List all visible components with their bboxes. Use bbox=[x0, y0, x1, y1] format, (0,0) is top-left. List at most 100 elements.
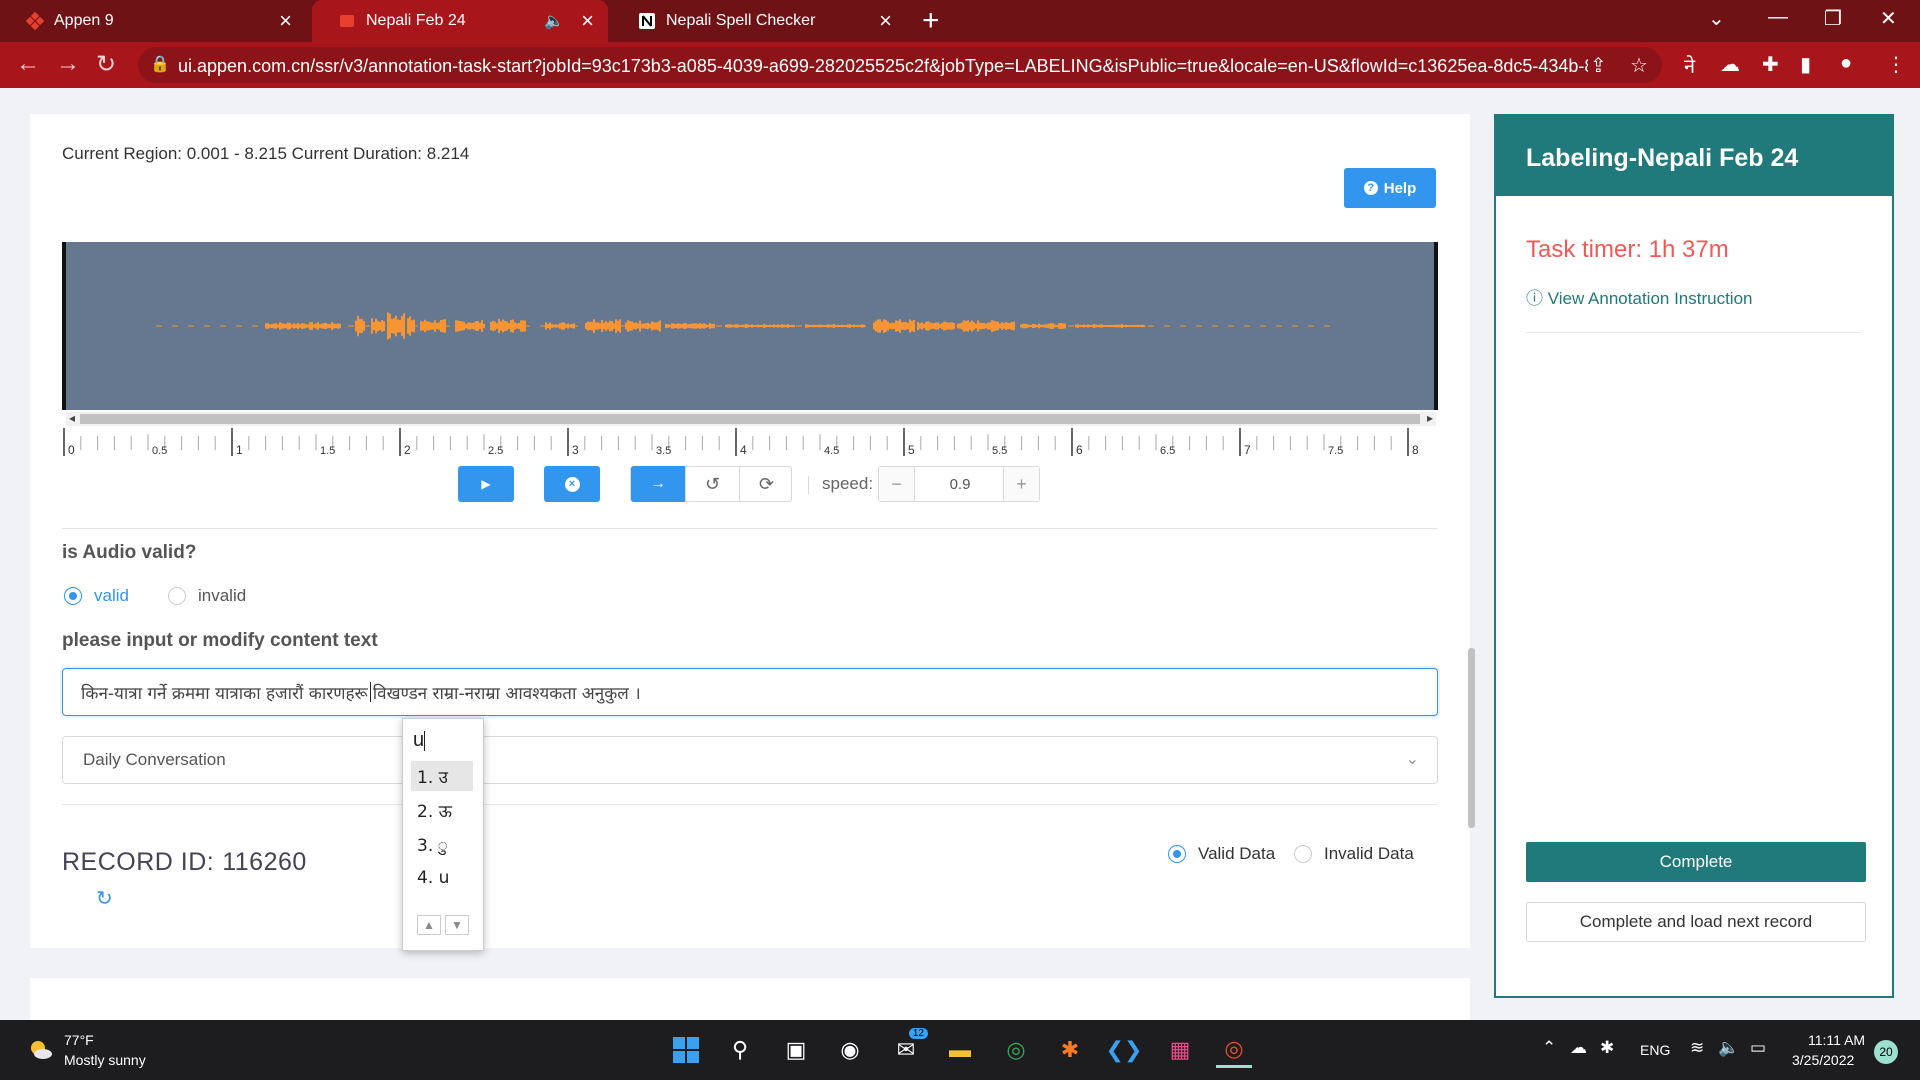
waveform-segment bbox=[490, 319, 526, 333]
tray-chevron-up-icon[interactable]: ⌃ bbox=[1542, 1038, 1556, 1058]
back-icon[interactable]: ← bbox=[16, 50, 40, 78]
complete-button[interactable]: Complete bbox=[1526, 842, 1866, 882]
url-text[interactable]: ui.appen.com.cn/ssr/v3/annotation-task-s… bbox=[178, 56, 1588, 77]
mail-icon[interactable]: ✉ 12 bbox=[888, 1028, 928, 1068]
speed-label: speed: bbox=[822, 474, 874, 493]
tray-app-icon[interactable]: ✱ bbox=[1600, 1038, 1614, 1058]
address-bar[interactable]: 🔒 ui.appen.com.cn/ssr/v3/annotation-task… bbox=[138, 47, 1662, 83]
tab-search-chevron-icon[interactable]: ⌄ bbox=[1708, 6, 1725, 31]
profile-avatar[interactable]: ● bbox=[1840, 52, 1852, 75]
close-window-icon[interactable]: ✕ bbox=[1880, 6, 1897, 31]
speed-decrease-button[interactable]: − bbox=[879, 467, 915, 501]
waveform-segment bbox=[957, 320, 1015, 332]
cloud-extension-icon[interactable]: ☁ bbox=[1720, 52, 1740, 77]
windows-taskbar: 77°F Mostly sunny ⚲ ▣ ◉ ✉ 12 ▬ ◎ ✱ ❮❯ ▦ ◎… bbox=[0, 1020, 1920, 1080]
view-instruction-link[interactable]: ⓘ View Annotation Instruction bbox=[1526, 284, 1753, 309]
forward-button[interactable]: → bbox=[631, 466, 685, 502]
task-view-icon[interactable]: ▣ bbox=[778, 1032, 814, 1068]
radio-valid-data[interactable]: Valid Data bbox=[1168, 844, 1275, 864]
waveform-segment bbox=[455, 320, 485, 332]
waveform-segment bbox=[371, 318, 385, 334]
content-text-question: please input or modify content text bbox=[62, 630, 378, 651]
side-panel-icon[interactable]: ▮ bbox=[1800, 52, 1811, 77]
file-explorer-icon[interactable]: ▬ bbox=[942, 1032, 978, 1068]
undo-button[interactable]: ↺ bbox=[685, 466, 739, 502]
battery-icon[interactable]: ▭ bbox=[1750, 1038, 1766, 1058]
xampp-icon[interactable]: ✱ bbox=[1052, 1032, 1088, 1068]
clock-time[interactable]: 11:11 AM bbox=[1808, 1032, 1865, 1048]
onedrive-icon[interactable]: ☁ bbox=[1570, 1038, 1587, 1058]
waveform-segment bbox=[1075, 324, 1145, 328]
new-tab-icon[interactable]: + bbox=[922, 4, 940, 38]
radio-invalid[interactable]: invalid bbox=[168, 586, 246, 606]
chrome-icon[interactable]: ◎ bbox=[998, 1032, 1034, 1068]
speed-input[interactable]: 0.9 bbox=[915, 467, 1005, 501]
tab-appen-9[interactable]: Appen 9 × bbox=[0, 0, 306, 42]
ruler-label: 7.5 bbox=[1328, 445, 1343, 457]
vscode-icon[interactable]: ❮❯ bbox=[1106, 1032, 1143, 1068]
scroll-right-icon[interactable]: ▸ bbox=[1427, 411, 1433, 425]
ruler-label: 3.5 bbox=[656, 445, 671, 457]
ime-candidate[interactable]: 3. ु bbox=[411, 829, 473, 859]
volume-icon[interactable]: 🔈 bbox=[1718, 1038, 1739, 1058]
complete-and-next-button[interactable]: Complete and load next record bbox=[1526, 902, 1866, 942]
task-side-panel: Labeling-Nepali Feb 24 Task timer: 1h 37… bbox=[1494, 114, 1894, 998]
tab-nepali-feb-24[interactable]: Nepali Feb 24 🔈 × bbox=[312, 0, 608, 42]
ime-candidate[interactable]: 4. u bbox=[411, 863, 473, 893]
forward-icon[interactable]: → bbox=[56, 50, 80, 78]
bookmark-star-icon[interactable]: ☆ bbox=[1630, 53, 1648, 78]
notification-badge[interactable]: 20 bbox=[1874, 1040, 1898, 1064]
tab-nepali-spell-checker[interactable]: Nepali Spell Checker × bbox=[612, 0, 906, 42]
search-icon[interactable]: ⚲ bbox=[722, 1032, 758, 1068]
minimize-icon[interactable]: — bbox=[1768, 6, 1788, 29]
language-indicator[interactable]: ENG bbox=[1640, 1042, 1670, 1058]
translate-extension-icon[interactable]: ने bbox=[1684, 52, 1695, 79]
share-icon[interactable]: ⇪ bbox=[1590, 53, 1607, 78]
chevron-down-icon: ⌄ bbox=[1405, 751, 1419, 768]
restore-icon[interactable]: ❐ bbox=[1824, 6, 1842, 31]
chevron-up-icon[interactable]: ▲ bbox=[417, 915, 441, 935]
ime-candidate[interactable]: 2. ऊ bbox=[411, 795, 473, 825]
waveform-scrollbar[interactable]: ◂ ▸ bbox=[66, 411, 1436, 426]
browser-menu-icon[interactable]: ⋮ bbox=[1886, 52, 1906, 77]
tab-title: Nepali Spell Checker bbox=[666, 12, 816, 29]
windows-start-icon[interactable] bbox=[668, 1032, 704, 1068]
close-tab-icon[interactable]: × bbox=[279, 8, 292, 34]
speed-increase-button[interactable]: + bbox=[1003, 467, 1039, 501]
ime-input[interactable]: u bbox=[413, 729, 426, 752]
radio-invalid-data[interactable]: Invalid Data bbox=[1294, 844, 1414, 864]
loop-button[interactable]: ⟳ bbox=[739, 466, 793, 502]
intellij-icon[interactable]: ▦ bbox=[1162, 1032, 1198, 1068]
tab-title: Appen 9 bbox=[54, 12, 114, 29]
ime-input-text: u bbox=[413, 729, 425, 751]
radio-checked-icon bbox=[64, 587, 82, 605]
waveform-segment bbox=[1020, 323, 1066, 329]
content-text-input[interactable]: किन-यात्रा गर्ने क्रममा यात्राका हजारौं … bbox=[62, 668, 1438, 716]
scrollbar-thumb[interactable] bbox=[80, 414, 1420, 424]
clock-date[interactable]: 3/25/2022 bbox=[1792, 1052, 1854, 1068]
sun-cloud-icon[interactable] bbox=[26, 1036, 54, 1064]
weather-temperature[interactable]: 77°F bbox=[64, 1032, 94, 1048]
scroll-left-icon[interactable]: ◂ bbox=[69, 411, 75, 425]
ime-candidate[interactable]: 1. उ bbox=[411, 761, 473, 791]
reload-icon[interactable]: ↻ bbox=[96, 50, 116, 79]
help-button[interactable]: ? Help bbox=[1344, 168, 1436, 208]
weather-description[interactable]: Mostly sunny bbox=[64, 1052, 146, 1068]
chrome-profile-icon[interactable]: ◎ bbox=[1216, 1032, 1252, 1068]
stop-button[interactable]: × bbox=[544, 466, 600, 502]
radio-valid[interactable]: valid bbox=[64, 586, 129, 606]
audio-waveform[interactable] bbox=[62, 242, 1438, 410]
wifi-icon[interactable]: ≋ bbox=[1690, 1038, 1704, 1058]
lock-icon[interactable]: 🔒 bbox=[150, 54, 170, 74]
extensions-puzzle-icon[interactable]: ✚ bbox=[1762, 52, 1779, 77]
chat-icon[interactable]: ◉ bbox=[832, 1032, 868, 1068]
play-button[interactable]: ▶ bbox=[458, 466, 514, 502]
waveform-segment bbox=[873, 319, 915, 333]
close-tab-icon[interactable]: × bbox=[879, 8, 892, 34]
close-tab-icon[interactable]: × bbox=[581, 8, 594, 34]
chevron-down-icon[interactable]: ▼ bbox=[445, 915, 469, 935]
speaker-mute-icon[interactable]: 🔈 bbox=[544, 11, 564, 31]
waveform-segment bbox=[585, 319, 621, 333]
category-select[interactable]: Daily Conversation ⌄ bbox=[62, 736, 1438, 784]
page-scrollbar[interactable] bbox=[1468, 648, 1475, 828]
